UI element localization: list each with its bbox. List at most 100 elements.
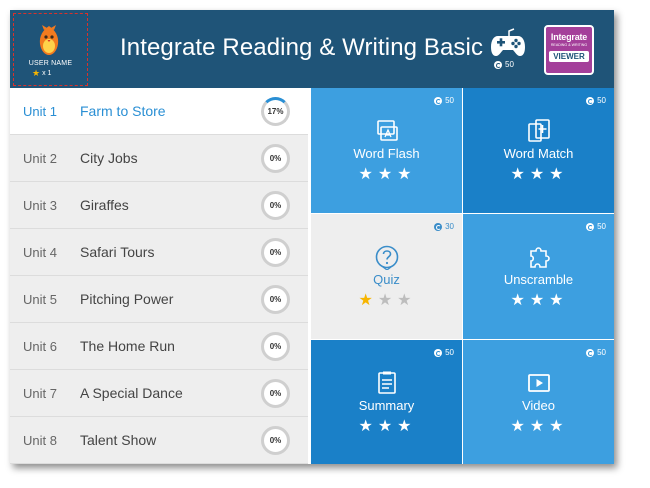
activity-cost: 50 bbox=[586, 348, 606, 357]
avatar-icon bbox=[39, 25, 59, 55]
activity-stars: ★ ★ ★ bbox=[311, 290, 462, 310]
unit-name: Talent Show bbox=[80, 432, 157, 448]
progress-ring: 0% bbox=[261, 426, 290, 455]
activity-cost: 50 bbox=[586, 222, 606, 231]
progress-ring: 0% bbox=[261, 144, 290, 173]
activity-stars: ★ ★ ★ bbox=[311, 164, 462, 184]
activity-cost: 30 bbox=[434, 222, 454, 231]
progress-ring: 0% bbox=[261, 332, 290, 361]
activity-grid: 50 Word Flash ★ ★ ★ 50 Word Match ★ ★ ★ 30 Quiz ★ ★ ★ 5… bbox=[311, 88, 614, 464]
page-title: Integrate Reading & Writing Basic bbox=[120, 34, 484, 61]
unit-row[interactable]: Unit 3 Giraffes 0% bbox=[10, 182, 308, 229]
activity-label: Summary bbox=[358, 398, 415, 413]
unit-name: Farm to Store bbox=[80, 103, 166, 119]
app-window: USER NAME ★ x 1 Integrate Reading & Writ… bbox=[10, 10, 614, 464]
activity-cost: 50 bbox=[586, 96, 606, 105]
word-match-icon bbox=[528, 119, 550, 142]
user-profile[interactable]: USER NAME ★ x 1 bbox=[13, 13, 88, 86]
coin-icon bbox=[434, 348, 443, 357]
star-icon: ★ bbox=[377, 418, 396, 435]
unit-name: Safari Tours bbox=[80, 244, 155, 260]
activity-cost: 50 bbox=[434, 96, 454, 105]
activity-tile[interactable]: 50 Summary ★ ★ ★ bbox=[311, 340, 462, 464]
activity-cost: 50 bbox=[434, 348, 454, 357]
coin-icon bbox=[434, 96, 443, 105]
game-coin-count: 50 bbox=[494, 60, 514, 69]
unit-name: City Jobs bbox=[80, 150, 138, 166]
progress-ring: 0% bbox=[261, 379, 290, 408]
coin-icon bbox=[586, 96, 595, 105]
star-icon: ★ bbox=[358, 166, 376, 183]
unit-row[interactable]: Unit 7 A Special Dance 0% bbox=[10, 370, 308, 417]
activity-stars: ★ ★ ★ bbox=[463, 416, 614, 436]
viewer-logo-line3: VIEWER bbox=[549, 51, 589, 62]
activity-tile[interactable]: 50 Word Flash ★ ★ ★ bbox=[311, 88, 462, 213]
viewer-logo-line2: READING & WRITING bbox=[550, 43, 588, 47]
coin-icon bbox=[494, 60, 502, 69]
activity-tile[interactable]: 50 Unscramble ★ ★ ★ bbox=[463, 214, 614, 339]
progress-ring: 0% bbox=[261, 191, 290, 220]
activity-stars: ★ ★ ★ bbox=[463, 164, 614, 184]
unit-number: Unit 2 bbox=[23, 150, 57, 166]
star-icon: ★ bbox=[377, 166, 396, 183]
progress-ring: 17% bbox=[261, 97, 290, 126]
unit-number: Unit 5 bbox=[23, 291, 57, 307]
unit-name: Giraffes bbox=[80, 197, 129, 213]
activity-label: Word Flash bbox=[353, 146, 420, 161]
summary-icon bbox=[378, 371, 396, 394]
unit-number: Unit 7 bbox=[23, 385, 57, 401]
unit-name: A Special Dance bbox=[80, 385, 183, 401]
unit-row[interactable]: Unit 8 Talent Show 0% bbox=[10, 417, 308, 464]
activity-label: Quiz bbox=[373, 272, 400, 287]
star-icon: ★ bbox=[32, 68, 41, 78]
gamepad-icon[interactable] bbox=[490, 28, 526, 60]
quiz-icon bbox=[375, 245, 399, 270]
viewer-logo-line1: Integrate bbox=[550, 32, 588, 42]
unit-number: Unit 4 bbox=[23, 244, 57, 260]
coin-icon bbox=[586, 222, 595, 231]
unit-row[interactable]: Unit 5 Pitching Power 0% bbox=[10, 276, 308, 323]
unit-number: Unit 6 bbox=[23, 338, 57, 354]
game-coin-value: 50 bbox=[505, 60, 514, 69]
star-icon: ★ bbox=[549, 166, 567, 183]
activity-tile[interactable]: 30 Quiz ★ ★ ★ bbox=[311, 214, 462, 339]
unit-row[interactable]: Unit 4 Safari Tours 0% bbox=[10, 229, 308, 276]
unit-name: The Home Run bbox=[80, 338, 175, 354]
star-icon: ★ bbox=[510, 292, 528, 309]
unit-row[interactable]: Unit 6 The Home Run 0% bbox=[10, 323, 308, 370]
activity-label: Unscramble bbox=[503, 272, 574, 287]
unit-name: Pitching Power bbox=[80, 291, 174, 307]
activity-cost-value: 30 bbox=[445, 222, 454, 231]
star-icon: ★ bbox=[358, 292, 376, 309]
user-star-count: ★ x 1 bbox=[32, 69, 51, 78]
viewer-logo[interactable]: Integrate READING & WRITING VIEWER bbox=[544, 25, 594, 75]
star-icon: ★ bbox=[529, 166, 548, 183]
coin-icon bbox=[586, 348, 595, 357]
star-icon: ★ bbox=[397, 292, 415, 309]
activity-tile[interactable]: 50 Word Match ★ ★ ★ bbox=[463, 88, 614, 213]
star-count-label: x 1 bbox=[42, 70, 52, 77]
unit-row[interactable]: Unit 2 City Jobs 0% bbox=[10, 135, 308, 182]
activity-cost-value: 50 bbox=[597, 348, 606, 357]
star-icon: ★ bbox=[358, 418, 376, 435]
star-icon: ★ bbox=[510, 418, 528, 435]
progress-ring: 0% bbox=[261, 285, 290, 314]
activity-cost-value: 50 bbox=[597, 96, 606, 105]
progress-ring: 0% bbox=[261, 238, 290, 267]
word-flash-icon bbox=[377, 120, 398, 141]
activity-stars: ★ ★ ★ bbox=[311, 416, 462, 436]
coin-icon bbox=[434, 222, 443, 231]
unit-number: Unit 1 bbox=[23, 103, 57, 119]
user-name-label: USER NAME bbox=[28, 60, 73, 67]
header-bar: USER NAME ★ x 1 Integrate Reading & Writ… bbox=[10, 10, 614, 88]
video-icon bbox=[528, 374, 550, 392]
star-icon: ★ bbox=[397, 166, 415, 183]
star-icon: ★ bbox=[549, 418, 567, 435]
activity-tile[interactable]: 50 Video ★ ★ ★ bbox=[463, 340, 614, 464]
puzzle-icon bbox=[530, 247, 550, 268]
star-icon: ★ bbox=[397, 418, 415, 435]
star-icon: ★ bbox=[377, 292, 396, 309]
unit-row[interactable]: Unit 1 Farm to Store 17% bbox=[10, 88, 308, 135]
unit-list: Unit 1 Farm to Store 17% Unit 2 City Jobs 0% U… bbox=[10, 88, 308, 464]
activity-cost-value: 50 bbox=[445, 348, 454, 357]
